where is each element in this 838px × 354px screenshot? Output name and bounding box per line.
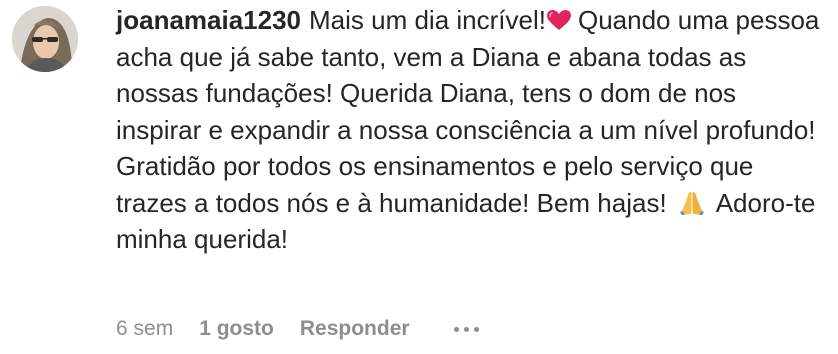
folded-hands-icon bbox=[679, 191, 704, 215]
ellipsis-dot bbox=[453, 326, 459, 332]
heart-icon bbox=[546, 10, 571, 30]
avatar[interactable] bbox=[12, 6, 78, 72]
comment-body: joanamaia1230 Mais um dia incrível! Quando… bbox=[116, 2, 826, 258]
avatar-image bbox=[12, 6, 78, 72]
comment-text-part-2: Quando uma pessoa acha que já sabe tanto… bbox=[116, 5, 820, 218]
ellipsis-dot bbox=[463, 326, 469, 332]
likes-count-button[interactable]: 1 gosto bbox=[199, 317, 274, 341]
ellipsis-icon[interactable] bbox=[452, 323, 481, 336]
ellipsis-dot bbox=[473, 326, 479, 332]
username-link[interactable]: joanamaia1230 bbox=[116, 5, 301, 35]
comment-text-part-1: Mais um dia incrível! bbox=[309, 5, 546, 35]
comment-meta: 6 sem 1 gosto Responder bbox=[116, 314, 481, 344]
timestamp[interactable]: 6 sem bbox=[116, 317, 173, 341]
comment: joanamaia1230 Mais um dia incrível! Quando… bbox=[0, 0, 838, 354]
reply-button[interactable]: Responder bbox=[300, 317, 410, 341]
